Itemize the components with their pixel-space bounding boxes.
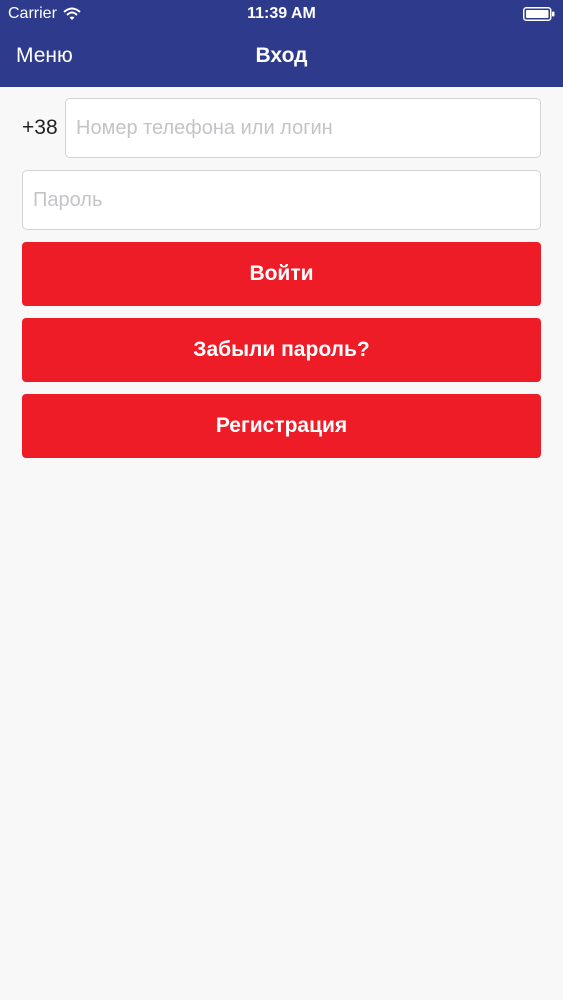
phone-login-input[interactable] (65, 98, 541, 158)
login-button[interactable]: Войти (22, 242, 541, 306)
phone-prefix: +38 (22, 116, 58, 139)
status-bar: Carrier 11:39 AM (0, 0, 563, 30)
page-title: Вход (255, 44, 308, 67)
navigation-bar: Меню Вход (0, 30, 563, 87)
forgot-password-button[interactable]: Забыли пароль? (22, 318, 541, 382)
battery-icon (523, 7, 555, 21)
status-time: 11:39 AM (247, 5, 316, 22)
password-input[interactable] (22, 170, 541, 230)
phone-row: +38 (22, 98, 541, 158)
top-bar: Carrier 11:39 AM Меню Вход (0, 0, 563, 87)
register-button[interactable]: Регистрация (22, 394, 541, 458)
